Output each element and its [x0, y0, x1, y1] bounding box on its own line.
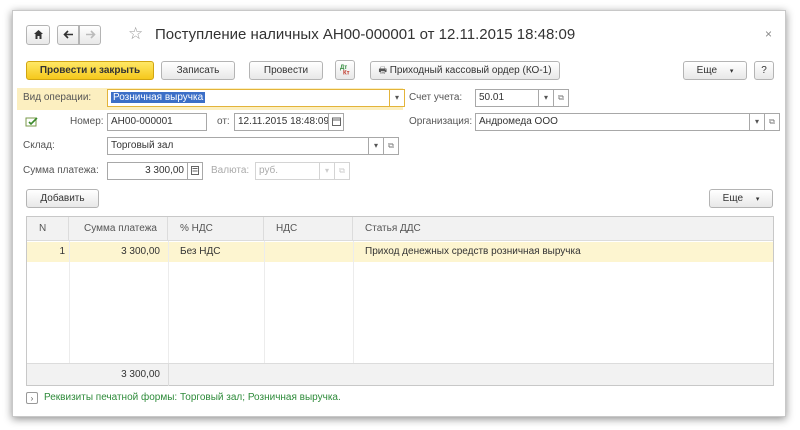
organization-dropdown[interactable]: ▾: [750, 113, 765, 131]
column-header-vat[interactable]: НДС: [264, 217, 353, 241]
column-header-vat-rate[interactable]: % НДС: [168, 217, 264, 241]
print-cash-order-label: Приходный кассовый ордер (КО-1): [389, 65, 552, 76]
home-icon: [33, 29, 43, 39]
account-dropdown[interactable]: ▾: [539, 89, 554, 107]
table-row[interactable]: 1 3 300,00 Без НДС Приход денежных средс…: [27, 242, 773, 262]
table-more-label: Еще: [722, 193, 744, 204]
forward-button[interactable]: [79, 25, 101, 45]
column-header-n[interactable]: N: [27, 217, 69, 241]
calculator-icon: [191, 166, 199, 176]
arrow-left-icon: [62, 30, 73, 39]
column-divider: [353, 241, 354, 363]
operation-type-value: Розничная выручка: [111, 92, 206, 103]
save-button[interactable]: Записать: [161, 61, 235, 80]
row-number: 1: [59, 246, 65, 257]
table-more-button[interactable]: Еще ▾: [709, 189, 773, 208]
chevron-down-icon: ▾: [729, 68, 734, 75]
calculator-button[interactable]: [188, 162, 203, 180]
warehouse-input[interactable]: Торговый зал: [107, 137, 369, 155]
dt-kt-icon: ДтКт: [340, 65, 350, 77]
table-header: N Сумма платежа % НДС НДС Статья ДДС: [27, 217, 773, 241]
column-divider: [264, 241, 265, 363]
operation-type-dropdown[interactable]: ▾: [390, 89, 405, 107]
column-divider: [168, 241, 169, 363]
document-status-icon: [25, 115, 39, 129]
number-input[interactable]: АН00-000001: [107, 113, 207, 131]
currency-label: Валюта:: [211, 165, 250, 176]
favorite-star-icon[interactable]: ☆: [128, 23, 143, 45]
account-label: Счет учета:: [409, 92, 463, 103]
close-icon[interactable]: ×: [765, 25, 772, 43]
add-row-button[interactable]: Добавить: [26, 189, 99, 208]
arrow-right-icon: [85, 30, 96, 39]
table-footer: 3 300,00: [27, 363, 773, 386]
number-label: Номер:: [70, 116, 104, 127]
more-actions-button[interactable]: Еще ▾: [683, 61, 747, 80]
currency-input: руб.: [255, 162, 320, 180]
svg-text:Кт: Кт: [343, 71, 350, 76]
total-sum: 3 300,00: [121, 369, 160, 380]
page-title: Поступление наличных АН00-000001 от 12.1…: [155, 26, 576, 43]
footer-divider: [168, 364, 169, 386]
column-header-sum[interactable]: Сумма платежа: [69, 217, 168, 241]
warehouse-label: Склад:: [23, 140, 55, 151]
operation-type-input[interactable]: Розничная выручка: [107, 89, 390, 107]
more-actions-label: Еще: [696, 65, 718, 76]
organization-open-button[interactable]: ⧉: [765, 113, 780, 131]
date-input[interactable]: 12.11.2015 18:48:09: [234, 113, 329, 131]
row-cash-flow-item: Приход денежных средств розничная выручк…: [365, 246, 581, 257]
operation-type-label: Вид операции:: [23, 92, 92, 103]
post-and-close-button[interactable]: Провести и закрыть: [26, 61, 154, 80]
back-button[interactable]: [57, 25, 79, 45]
dt-kt-button[interactable]: Дт Кт: [335, 60, 355, 80]
warehouse-dropdown[interactable]: ▾: [369, 137, 384, 155]
help-button[interactable]: ?: [754, 61, 774, 80]
print-cash-order-button[interactable]: 🖶 Приходный кассовый ордер (КО-1): [370, 61, 560, 80]
print-requisites-link[interactable]: Реквизиты печатной формы: Торговый зал; …: [44, 391, 341, 405]
payment-sum-input[interactable]: 3 300,00: [107, 162, 188, 180]
account-open-button[interactable]: ⧉: [554, 89, 569, 107]
calendar-button[interactable]: [329, 113, 344, 131]
row-vat: [276, 242, 356, 261]
calendar-icon: [331, 117, 341, 127]
organization-input[interactable]: Андромеда ООО: [475, 113, 750, 131]
column-header-cash-flow-item[interactable]: Статья ДДС: [353, 217, 773, 241]
print-requisites-toggle[interactable]: ›: [26, 392, 38, 404]
home-button[interactable]: [26, 25, 50, 45]
row-vat-rate: Без НДС: [180, 246, 221, 257]
account-input[interactable]: 50.01: [475, 89, 539, 107]
currency-dropdown: ▾: [320, 162, 335, 180]
currency-open-button: ⧉: [335, 162, 350, 180]
organization-label: Организация:: [409, 116, 473, 127]
printer-icon: 🖶: [378, 65, 387, 75]
warehouse-open-button[interactable]: ⧉: [384, 137, 399, 155]
row-sum: 3 300,00: [121, 246, 160, 257]
payment-sum-label: Сумма платежа:: [23, 165, 99, 176]
payments-table: N Сумма платежа % НДС НДС Статья ДДС 1 3…: [26, 216, 774, 386]
chevron-down-icon: ▾: [755, 196, 760, 203]
column-divider: [69, 241, 70, 363]
document-window: ☆ Поступление наличных АН00-000001 от 12…: [12, 10, 786, 417]
date-label: от:: [217, 116, 230, 127]
chevron-right-icon: ›: [30, 394, 34, 403]
post-button[interactable]: Провести: [249, 61, 323, 80]
